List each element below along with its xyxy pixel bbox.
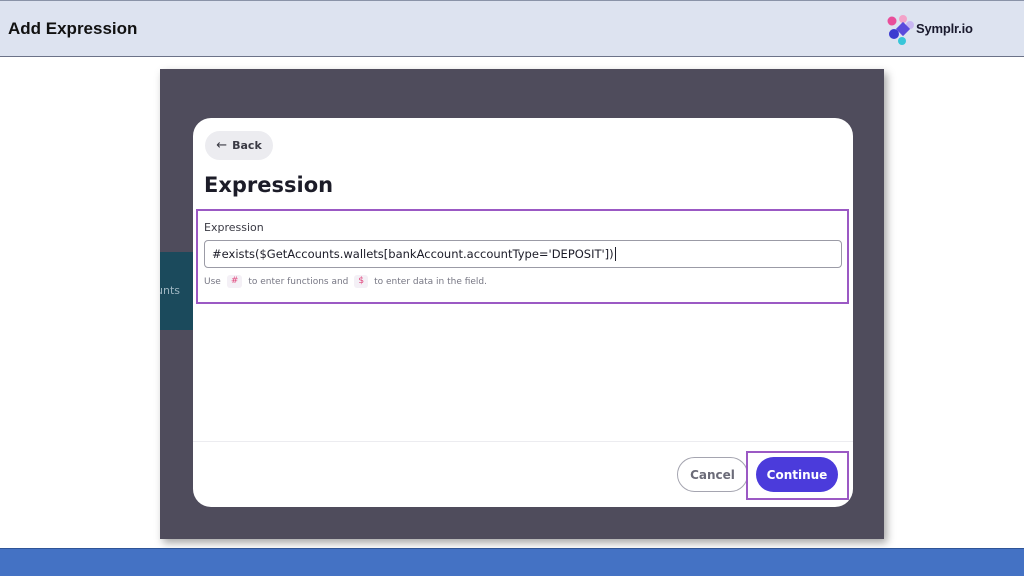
logo-text: Symplr.io xyxy=(916,21,973,36)
hint-prefix: Use xyxy=(204,276,221,287)
cancel-button[interactable]: Cancel xyxy=(677,457,748,492)
data-symbol-chip: $ xyxy=(354,275,369,288)
slide-footer xyxy=(0,548,1024,576)
symplr-logo-mark-icon xyxy=(887,15,914,45)
background-card-text: unts xyxy=(160,284,180,297)
hint-suffix: to enter data in the field. xyxy=(374,276,487,287)
text-cursor xyxy=(614,247,616,261)
expression-modal: ← Back Expression Expression #exists($Ge… xyxy=(193,118,853,507)
expression-field-label: Expression xyxy=(204,221,264,234)
expression-input[interactable]: #exists($GetAccounts.wallets[bankAccount… xyxy=(204,240,842,268)
modal-title: Expression xyxy=(204,173,334,197)
expression-value: #exists($GetAccounts.wallets[bankAccount… xyxy=(212,247,614,261)
arrow-left-icon: ← xyxy=(216,138,228,153)
slide-header: Add Expression Symplr.io xyxy=(0,0,1024,57)
background-card: unts xyxy=(160,252,194,330)
continue-button[interactable]: Continue xyxy=(756,457,838,492)
function-symbol-chip: # xyxy=(226,275,243,288)
footer-divider xyxy=(193,441,853,442)
expression-hint: Use # to enter functions and $ to enter … xyxy=(204,275,487,288)
back-button[interactable]: ← Back xyxy=(205,131,273,160)
hint-middle: to enter functions and xyxy=(248,276,349,287)
back-label: Back xyxy=(232,139,262,152)
slide-title: Add Expression xyxy=(8,19,138,38)
symplr-logo: Symplr.io xyxy=(886,14,986,46)
